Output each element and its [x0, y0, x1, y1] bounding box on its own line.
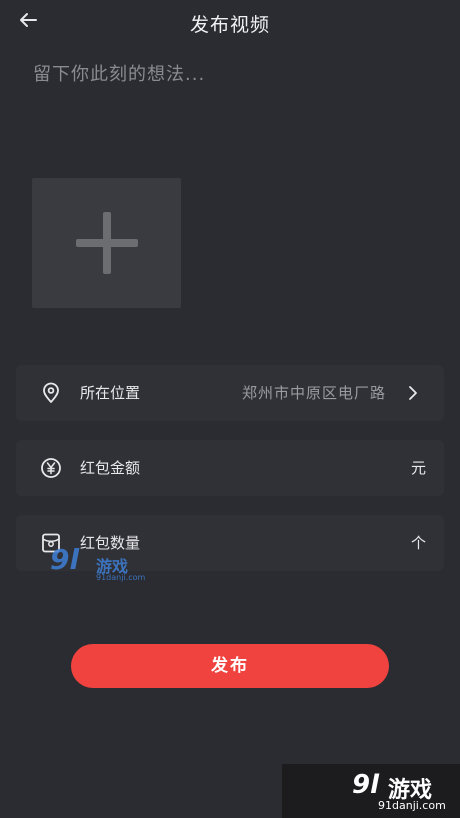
- publish-button[interactable]: 发布: [71, 644, 389, 688]
- location-label: 所在位置: [80, 384, 141, 402]
- caption-input[interactable]: 留下你此刻的想法...: [33, 60, 433, 120]
- red-packet-amount-row[interactable]: 红包金额 元: [16, 440, 444, 496]
- page-title: 发布视频: [189, 14, 270, 36]
- add-video-button[interactable]: [32, 178, 181, 308]
- watermark-url: 91danji.com: [96, 573, 146, 582]
- amount-label: 红包金额: [80, 459, 141, 477]
- watermark-number: 9l: [50, 543, 80, 576]
- location-row[interactable]: 所在位置 郑州市中原区电厂路: [16, 365, 444, 421]
- chevron-right-icon: [408, 385, 418, 405]
- location-value: 郑州市中原区电厂路: [241, 384, 386, 402]
- corner-watermark-number: 9l: [352, 770, 380, 800]
- amount-unit: 元: [410, 459, 426, 477]
- corner-watermark-url: 91danji.com: [378, 799, 446, 812]
- yen-circle-icon: [40, 457, 62, 479]
- header-bar: 发布视频: [0, 0, 460, 44]
- location-pin-icon: [40, 382, 62, 404]
- corner-watermark: 9l 游戏 91danji.com: [282, 764, 460, 818]
- watermark-logo: 9l 游戏 91danji.com: [48, 543, 148, 583]
- count-unit: 个: [410, 534, 426, 552]
